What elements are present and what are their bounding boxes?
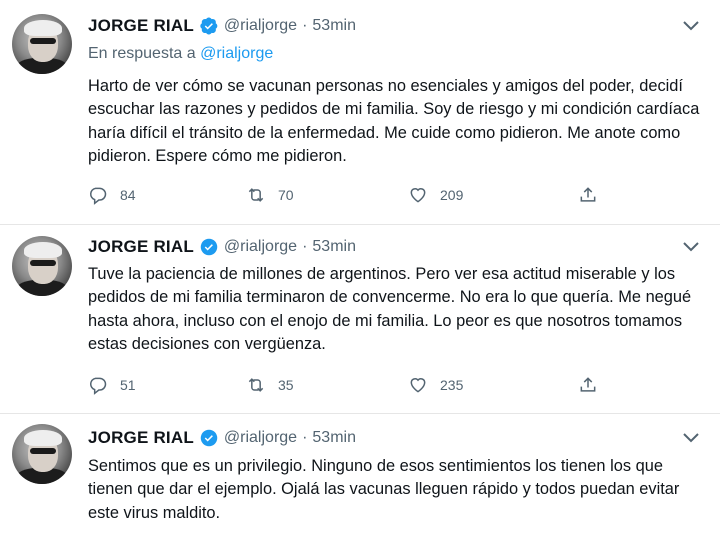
author-handle[interactable]: @rialjorge xyxy=(224,238,297,256)
retweet-icon xyxy=(248,188,264,202)
share-icon xyxy=(580,187,596,202)
share-button[interactable] xyxy=(578,184,598,206)
replying-prefix: En respuesta a xyxy=(88,45,196,62)
verified-badge-icon xyxy=(200,238,218,256)
timestamp[interactable]: 53min xyxy=(312,429,356,447)
reply-count: 84 xyxy=(120,187,136,203)
tweet-header: JORGE RIAL @rialjorge · 53min xyxy=(88,235,356,259)
separator-dot: · xyxy=(302,238,308,255)
like-count: 209 xyxy=(440,187,464,203)
separator-dot: · xyxy=(302,429,308,446)
divider xyxy=(0,224,720,225)
reply-button[interactable]: 51 xyxy=(88,374,136,396)
retweet-count: 70 xyxy=(278,187,294,203)
share-button[interactable] xyxy=(578,374,598,396)
tweet-text: Tuve la paciencia de millones de argenti… xyxy=(88,265,692,353)
timestamp[interactable]: 53min xyxy=(312,238,356,256)
tweet-actions: 51 35 235 xyxy=(88,374,608,396)
tweet-header: JORGE RIAL @rialjorge · 53min xyxy=(88,14,356,38)
reply-icon xyxy=(90,187,107,205)
tweet-actions: 84 70 209 xyxy=(88,184,608,206)
chevron-down-icon[interactable] xyxy=(682,240,700,254)
retweet-button[interactable]: 70 xyxy=(246,184,294,206)
tweet-text: Harto de ver cómo se vacunan personas no… xyxy=(88,77,700,165)
like-button[interactable]: 209 xyxy=(408,184,463,206)
replying-mention-link[interactable]: @rialjorge xyxy=(200,45,273,62)
reply-icon xyxy=(90,377,107,395)
author-name[interactable]: JORGE RIAL xyxy=(88,237,194,257)
retweet-count: 35 xyxy=(278,377,294,393)
divider xyxy=(0,413,720,414)
avatar[interactable] xyxy=(12,236,72,296)
like-button[interactable]: 235 xyxy=(408,374,463,396)
verified-badge-icon xyxy=(200,429,218,447)
author-handle[interactable]: @rialjorge xyxy=(224,429,297,447)
share-icon xyxy=(580,377,596,392)
like-count: 235 xyxy=(440,377,464,393)
verified-badge-icon xyxy=(200,17,218,35)
separator-dot: · xyxy=(302,17,308,34)
retweet-button[interactable]: 35 xyxy=(246,374,294,396)
timestamp[interactable]: 53min xyxy=(312,17,356,35)
author-handle[interactable]: @rialjorge xyxy=(224,17,297,35)
reply-count: 51 xyxy=(120,377,136,393)
chevron-down-icon[interactable] xyxy=(682,431,700,445)
heart-icon xyxy=(410,188,426,203)
author-name[interactable]: JORGE RIAL xyxy=(88,428,194,448)
avatar[interactable] xyxy=(12,424,72,484)
tweet-text: Sentimos que es un privilegio. Ninguno d… xyxy=(88,457,680,522)
tweet-header: JORGE RIAL @rialjorge · 53min xyxy=(88,426,356,450)
avatar[interactable] xyxy=(12,14,72,74)
chevron-down-icon[interactable] xyxy=(682,19,700,33)
retweet-icon xyxy=(248,378,264,392)
heart-icon xyxy=(410,378,426,393)
author-name[interactable]: JORGE RIAL xyxy=(88,16,194,36)
reply-button[interactable]: 84 xyxy=(88,184,136,206)
replying-to: En respuesta a @rialjorge xyxy=(88,45,273,63)
